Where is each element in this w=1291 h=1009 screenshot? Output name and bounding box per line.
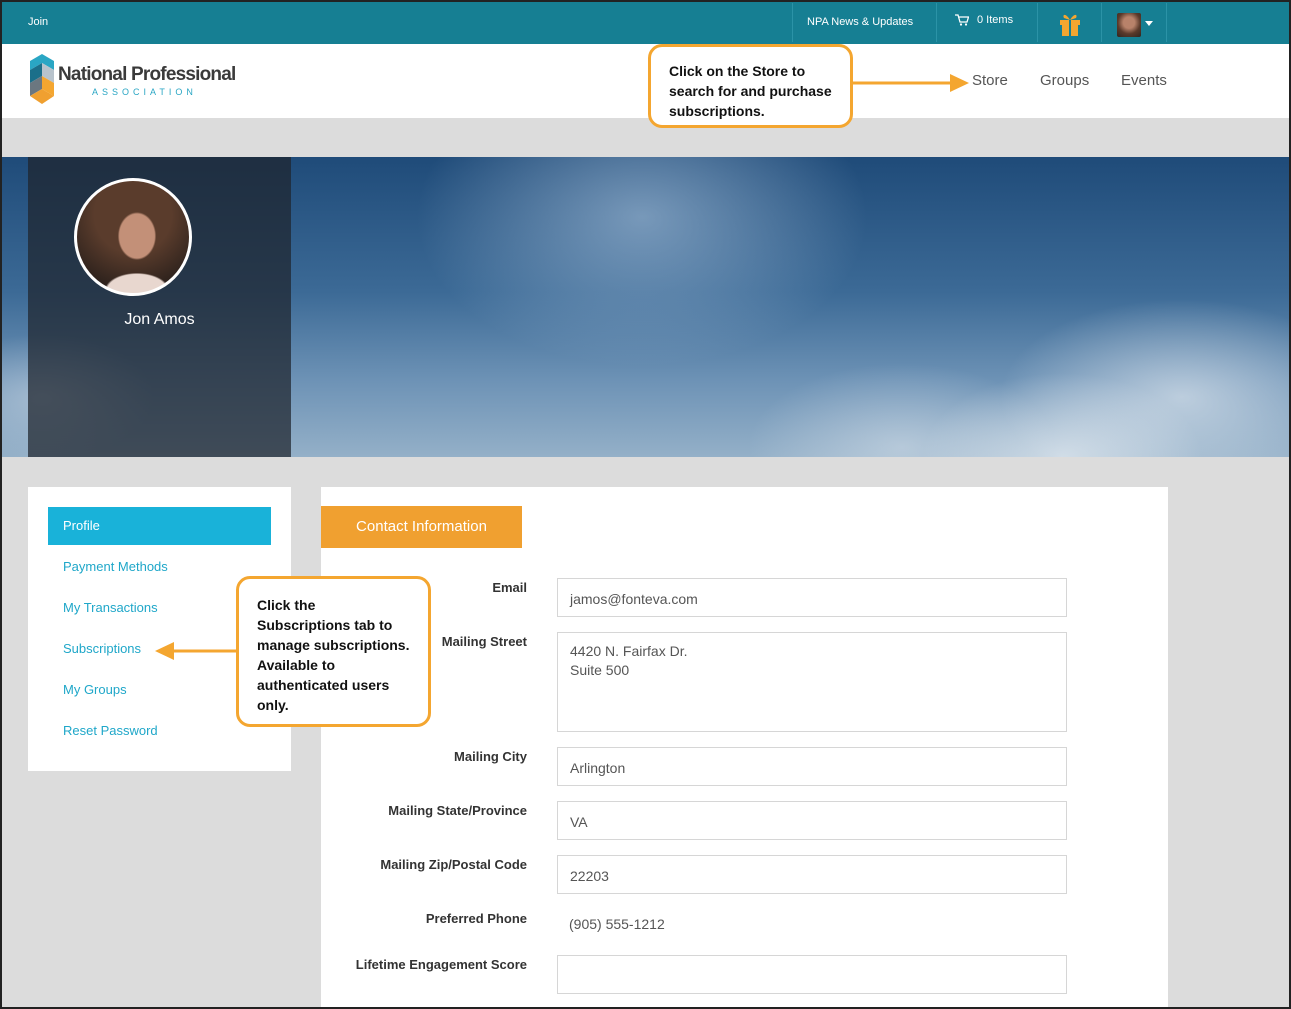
mailing-city-field[interactable]: Arlington: [557, 747, 1067, 786]
gift-icon[interactable]: [1058, 11, 1082, 37]
profile-banner: Jon Amos: [2, 157, 1289, 457]
divider: [1101, 3, 1102, 42]
join-link[interactable]: Join: [28, 16, 48, 28]
callout-line: Subscriptions tab to: [257, 617, 393, 633]
arrow-right-icon: [852, 74, 969, 92]
street-line-1: 4420 N. Fairfax Dr.: [570, 643, 688, 659]
callout-line: authenticated users: [257, 677, 390, 693]
mailing-city-label: Mailing City: [454, 749, 527, 764]
preferred-phone-label: Preferred Phone: [425, 911, 527, 926]
callout-line: search for and purchase: [669, 83, 832, 99]
cart-button[interactable]: 0 Items: [955, 14, 1013, 26]
store-callout: Click on the Store to search for and pur…: [648, 44, 853, 128]
sidebar-item-payment-methods[interactable]: Payment Methods: [48, 548, 271, 586]
engagement-score-label: Lifetime Engagement Score: [355, 957, 527, 972]
callout-line: Click on the Store to: [669, 63, 806, 79]
engagement-score-field[interactable]: [557, 955, 1067, 994]
top-bar: Join NPA News & Updates 0 Items: [0, 0, 1291, 44]
callout-line: manage subscriptions.: [257, 637, 410, 653]
profile-name: Jon Amos: [124, 311, 195, 328]
callout-line: subscriptions.: [669, 103, 765, 119]
profile-photo: [74, 178, 192, 296]
cart-items-label: 0 Items: [977, 14, 1014, 26]
logo-subtitle: ASSOCIATION: [92, 87, 197, 97]
callout-line: Available to: [257, 657, 336, 673]
subscriptions-callout: Click the Subscriptions tab to manage su…: [236, 576, 431, 727]
arrow-left-icon: [155, 642, 239, 660]
email-label: Email: [492, 580, 527, 595]
email-field[interactable]: jamos@fonteva.com: [557, 578, 1067, 617]
site-header: National Professional ASSOCIATION Store …: [2, 44, 1289, 118]
mailing-zip-label: Mailing Zip/Postal Code: [380, 857, 527, 872]
user-avatar[interactable]: [1117, 13, 1141, 37]
callout-line: only.: [257, 697, 289, 713]
logo-title: National Professional: [58, 64, 236, 85]
caret-down-icon[interactable]: [1145, 21, 1153, 26]
mailing-state-label: Mailing State/Province: [388, 803, 527, 818]
street-line-2: Suite 500: [570, 662, 630, 678]
mailing-state-field[interactable]: VA: [557, 801, 1067, 840]
sidebar-item-profile[interactable]: Profile: [48, 507, 271, 545]
nav-groups[interactable]: Groups: [1040, 72, 1089, 89]
cart-icon: [955, 14, 969, 26]
preferred-phone-value: (905) 555-1212: [569, 916, 665, 932]
contact-panel: Contact Information Email jamos@fonteva.…: [321, 487, 1168, 1009]
news-updates-link[interactable]: NPA News & Updates: [807, 16, 913, 28]
mailing-zip-field[interactable]: 22203: [557, 855, 1067, 894]
mailing-street-field[interactable]: 4420 N. Fairfax Dr. Suite 500: [557, 632, 1067, 732]
divider: [1037, 3, 1038, 42]
npa-logo-icon[interactable]: [28, 54, 56, 108]
nav-events[interactable]: Events: [1121, 72, 1167, 89]
divider: [1166, 3, 1167, 42]
divider: [936, 3, 937, 42]
callout-line: Click the: [257, 597, 316, 613]
divider: [792, 3, 793, 42]
mailing-street-label: Mailing Street: [441, 634, 527, 649]
nav-store[interactable]: Store: [972, 72, 1008, 89]
tab-contact-information[interactable]: Contact Information: [321, 506, 522, 548]
